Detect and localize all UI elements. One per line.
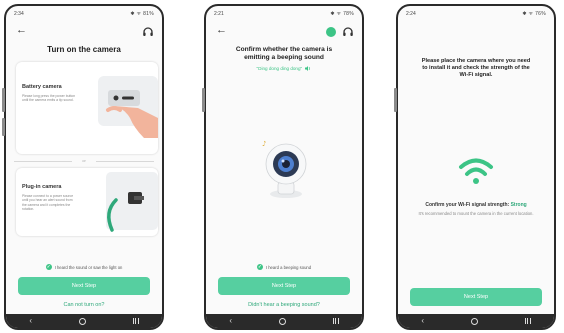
confirm-checkbox-row[interactable]: ✓ I heard a beeping sound [206, 264, 362, 270]
signal-strength-value: Strong [510, 202, 527, 208]
checkbox-label: I heard a beeping sound [265, 264, 312, 270]
check-icon[interactable]: ✓ [45, 264, 52, 270]
headset-icon[interactable] [142, 26, 154, 38]
page-title: Please place the camera where you need t… [421, 58, 531, 78]
confirm-checkbox-row[interactable]: ✓ I heard the sound or saw the light on [6, 264, 162, 270]
top-bar: ← [206, 23, 362, 43]
phone-screen-wifi-signal: 2:24 ✱ ᯤ 76% Please place the camera whe… [396, 4, 556, 330]
option-divider: or [14, 158, 154, 164]
sound-text-row: "Ding dong ding dong" [206, 66, 362, 72]
check-icon[interactable]: ✓ [256, 264, 263, 270]
status-time: 2:21 [214, 11, 224, 17]
status-indicators: ✱ ᯤ 76% [522, 11, 546, 17]
svg-text:♪: ♪ [262, 140, 266, 148]
option-description: Please long press the power button until… [22, 94, 76, 103]
signal-note: It's recommended to mount the camera in … [418, 211, 534, 216]
nav-back-icon[interactable]: ‹ [421, 317, 424, 325]
android-nav-bar: ‹ [6, 314, 162, 328]
plug-in-camera-option[interactable]: Plug-in camera Please connect to a power… [16, 168, 158, 236]
sound-text: "Ding dong ding dong" [256, 66, 303, 71]
phone-screen-turn-on-camera: 2:34 ✱ ᯤ 81% ← Turn on the camera Batter… [4, 4, 164, 330]
status-bar: 2:21 ✱ ᯤ 78% [206, 6, 362, 22]
power-button [2, 118, 5, 136]
page-title: Confirm whether the camera is emitting a… [235, 46, 333, 61]
option-description: Please connect to a power source until y… [22, 194, 74, 212]
nav-back-icon[interactable]: ‹ [29, 317, 32, 325]
phone-screen-beeping-sound: 2:21 ✱ ᯤ 78% ← Confirm whether the camer… [204, 4, 364, 330]
page-title: Turn on the camera [47, 45, 121, 54]
battery-camera-option[interactable]: Battery camera Please long press the pow… [16, 62, 158, 154]
back-arrow-icon[interactable]: ← [216, 24, 227, 36]
signal-strength-text: Confirm your Wi-Fi signal strength: Stro… [425, 202, 527, 208]
nav-home-icon[interactable] [78, 317, 86, 325]
nav-back-icon[interactable]: ‹ [229, 317, 232, 325]
battery-camera-illustration [98, 76, 158, 138]
no-beep-link[interactable]: Didn't hear a beeping sound? [206, 302, 362, 308]
next-step-button[interactable]: Next Step [18, 277, 150, 295]
status-indicators: ✱ ᯤ 78% [330, 11, 354, 17]
status-indicators: ✱ ᯤ 81% [130, 11, 154, 17]
android-nav-bar: ‹ [206, 314, 362, 328]
status-bar: 2:24 ✱ ᯤ 76% [398, 6, 554, 22]
status-dot-icon [326, 27, 336, 37]
plug-in-camera-illustration [106, 172, 158, 232]
camera-icon: ♪ [262, 140, 307, 198]
status-time: 2:34 [14, 11, 24, 17]
volume-button [202, 88, 205, 112]
nav-recent-icon[interactable] [332, 318, 339, 324]
nav-recent-icon[interactable] [132, 318, 139, 324]
android-nav-bar: ‹ [398, 314, 554, 328]
back-arrow-icon[interactable]: ← [16, 24, 27, 36]
checkbox-label: I heard the sound or saw the light on [54, 264, 123, 270]
volume-button [394, 88, 397, 112]
status-bar: 2:34 ✱ ᯤ 81% [6, 6, 162, 22]
nav-home-icon[interactable] [278, 317, 286, 325]
option-title: Plug-in camera [22, 184, 62, 190]
next-step-button[interactable]: Next Step [218, 277, 350, 295]
option-title: Battery camera [22, 84, 62, 90]
headset-icon[interactable] [342, 26, 354, 38]
next-step-button[interactable]: Next Step [410, 288, 542, 306]
cannot-turn-on-link[interactable]: Can not turn on? [6, 302, 162, 308]
status-time: 2:24 [406, 11, 416, 17]
volume-button [2, 88, 5, 112]
top-bar: ← [6, 23, 162, 43]
nav-home-icon[interactable] [470, 317, 478, 325]
speaker-icon[interactable] [305, 66, 311, 72]
wifi-icon [459, 158, 493, 184]
nav-recent-icon[interactable] [524, 318, 531, 324]
